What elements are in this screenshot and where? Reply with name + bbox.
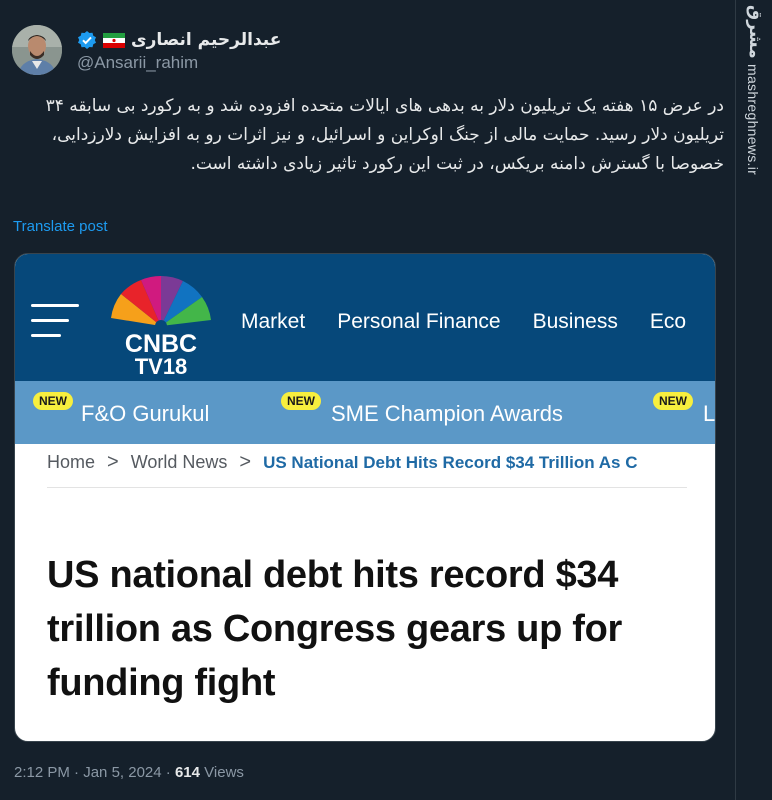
- new-badge: NEW: [281, 392, 321, 410]
- subnav-label: F&O Gurukul: [81, 401, 210, 426]
- iran-flag-icon: [103, 32, 125, 48]
- meta-separator: ·: [165, 764, 171, 781]
- translate-post-link[interactable]: Translate post: [13, 218, 108, 235]
- nav-item-personal-finance[interactable]: Personal Finance: [337, 310, 500, 334]
- tweet-time[interactable]: 2:12 PM: [14, 764, 70, 781]
- tweet-body: در عرض ۱۵ هفته یک تریلیون دلار به بدهی ه…: [45, 96, 724, 174]
- logo-text-tv18: TV18: [135, 354, 188, 378]
- views-label: Views: [204, 764, 244, 781]
- chevron-right-icon: >: [239, 451, 252, 473]
- avatar-photo: [12, 25, 62, 75]
- link-preview-card[interactable]: CNBC TV18 Market Personal Finance Busine…: [14, 253, 716, 742]
- main-nav: Market Personal Finance Business Eco: [241, 310, 686, 334]
- tweet-meta: 2:12 PM · Jan 5, 2024 · 614 Views: [14, 764, 244, 781]
- nav-item-market[interactable]: Market: [241, 310, 305, 334]
- author-name-row: عبدالرحیم انصاری: [77, 28, 281, 52]
- new-badge: NEW: [653, 392, 693, 410]
- breadcrumb-current: US National Debt Hits Record $34 Trillio…: [263, 452, 638, 472]
- breadcrumb-world-news[interactable]: World News: [131, 452, 228, 473]
- cnbc-tv18-logo: CNBC TV18: [101, 270, 221, 379]
- cnbc-header: CNBC TV18 Market Personal Finance Busine…: [15, 254, 715, 381]
- sub-nav: NEW F&O Gurukul NEW SME Champion Awards …: [15, 381, 715, 444]
- new-badge: NEW: [33, 392, 73, 410]
- tweet-date[interactable]: Jan 5, 2024: [83, 764, 161, 781]
- breadcrumb: Home > World News > US National Debt Hit…: [47, 451, 637, 474]
- hamburger-menu-icon: [31, 304, 81, 338]
- subnav-label: SME Champion Awards: [331, 401, 563, 426]
- subnav-label: L: [703, 401, 716, 426]
- nav-item-economy[interactable]: Eco: [650, 310, 686, 334]
- meta-separator: ·: [74, 764, 80, 781]
- mashregh-site-text: mashreghnews.ir: [745, 64, 761, 176]
- divider: [47, 487, 687, 488]
- article-headline[interactable]: US national debt hits record $34 trillio…: [47, 548, 697, 710]
- tweet: عبدالرحیم انصاری @Ansarii_rahim در عرض ۱…: [0, 0, 735, 800]
- watermark-strip: مشرق mashreghnews.ir: [735, 0, 772, 800]
- views-count: 614: [174, 764, 200, 781]
- author-handle[interactable]: @Ansarii_rahim: [77, 53, 198, 73]
- author-display-name[interactable]: عبدالرحیم انصاری: [131, 30, 281, 50]
- breadcrumb-home[interactable]: Home: [47, 452, 95, 473]
- mashregh-logo: مشرق: [745, 5, 765, 59]
- avatar[interactable]: [12, 25, 62, 75]
- nav-item-business[interactable]: Business: [533, 310, 618, 334]
- verified-badge-icon: [77, 30, 97, 50]
- chevron-right-icon: >: [107, 451, 119, 473]
